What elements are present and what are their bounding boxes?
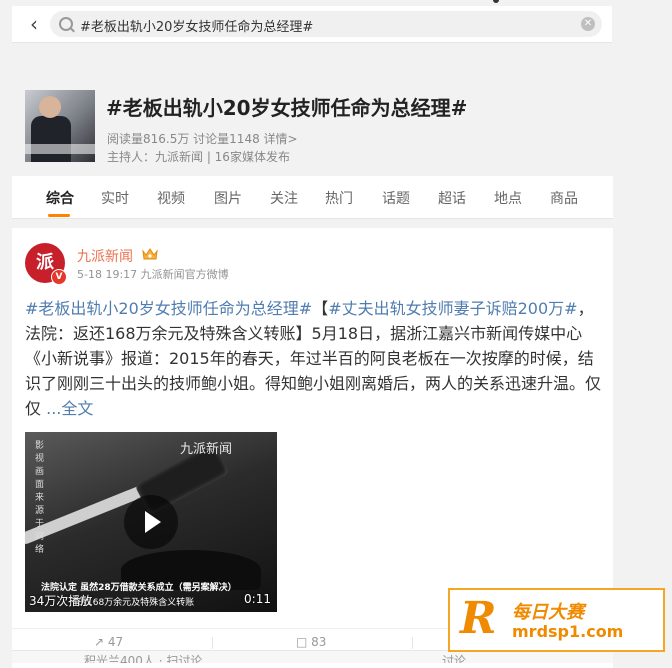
video-side-caption: 影视画面来源于网络 [35,441,45,555]
tab-topics[interactable]: 话题 [382,188,410,208]
crown-icon [142,248,158,260]
video-duration: 0:11 [244,592,271,606]
search-icon [59,17,73,31]
watermark-logo: R [460,593,497,644]
tab-realtime[interactable]: 实时 [101,188,129,208]
tab-hot[interactable]: 热门 [325,188,353,208]
tab-video[interactable]: 视频 [157,188,185,208]
repost-button[interactable]: ↗ 47 [94,635,123,649]
video-player[interactable]: 影视画面来源于网络 九派新闻 法院认定 虽然28万借款关系成立（需另案解决） 下… [25,432,277,612]
tab-following[interactable]: 关注 [270,188,298,208]
play-icon[interactable] [124,495,178,549]
back-arrow-icon[interactable]: ‹ [22,12,46,36]
top-indicator [493,0,499,3]
post-text: #老板出轨小20岁女技师任命为总经理#【#丈夫出轨女技师妻子诉赔200万#，法院… [25,296,605,421]
hashtag-link[interactable]: #老板出轨小20岁女技师任命为总经理# [25,299,312,318]
thumbnail-figure [31,116,71,162]
divider [212,637,213,649]
hashtag-link[interactable]: #丈夫出轨女技师妻子诉赔200万# [328,299,577,318]
tab-super-topic[interactable]: 超话 [438,188,466,208]
topic-host: 主持人：九派新闻 | 16家媒体发布 [107,150,290,164]
author-name[interactable]: 九派新闻 [77,246,133,266]
thumbnail-caption-strip [25,144,95,154]
bottom-left-text[interactable]: 积光兰400人 · 扫讨论 [84,652,202,663]
comment-count: 83 [311,635,327,649]
bracket-open: 【 [312,299,329,318]
comment-icon: □ [296,635,308,649]
avatar[interactable]: 派 V [25,243,67,285]
video-view-count: 34万次播放 [29,594,93,608]
bottom-discuss-button[interactable]: 讨论 [442,652,466,663]
tab-images[interactable]: 图片 [214,188,242,208]
active-tab-indicator [48,214,70,217]
tab-comprehensive[interactable]: 综合 [46,188,74,208]
search-input[interactable]: #老板出轨小20岁女技师任命为总经理# ✕ [50,11,602,37]
repost-count: 47 [107,635,124,649]
topic-stats[interactable]: 阅读量816.5万 讨论量1148 详情> [107,130,298,147]
search-bar: ‹ #老板出轨小20岁女技师任命为总经理# ✕ [12,6,612,43]
verified-icon: V [51,269,67,285]
search-query[interactable]: #老板出轨小20岁女技师任命为总经理# [80,16,313,35]
watermark-name: 每日大赛 [512,602,584,623]
divider [412,637,413,649]
thumbnail-head [39,96,61,118]
comment-button[interactable]: □ 83 [296,635,326,649]
tab-location[interactable]: 地点 [494,188,522,208]
watermark-domain: mrdsp1.com [512,622,624,641]
tab-products[interactable]: 商品 [550,188,578,208]
clear-icon[interactable]: ✕ [581,17,595,31]
topic-title: #老板出轨小20岁女技师任命为总经理# [106,96,468,120]
expand-link[interactable]: ...全文 [41,399,93,418]
topic-thumbnail[interactable] [25,90,95,162]
tab-bar: 综合 实时 视频 图片 关注 热门 话题 超话 地点 商品 [12,176,613,219]
repost-icon: ↗ [94,635,105,649]
post-meta: 5-18 19:17 九派新闻官方微博 [77,268,229,281]
video-brand-watermark: 九派新闻 [180,442,233,457]
site-watermark: R 每日大赛 mrdsp1.com [448,588,665,652]
